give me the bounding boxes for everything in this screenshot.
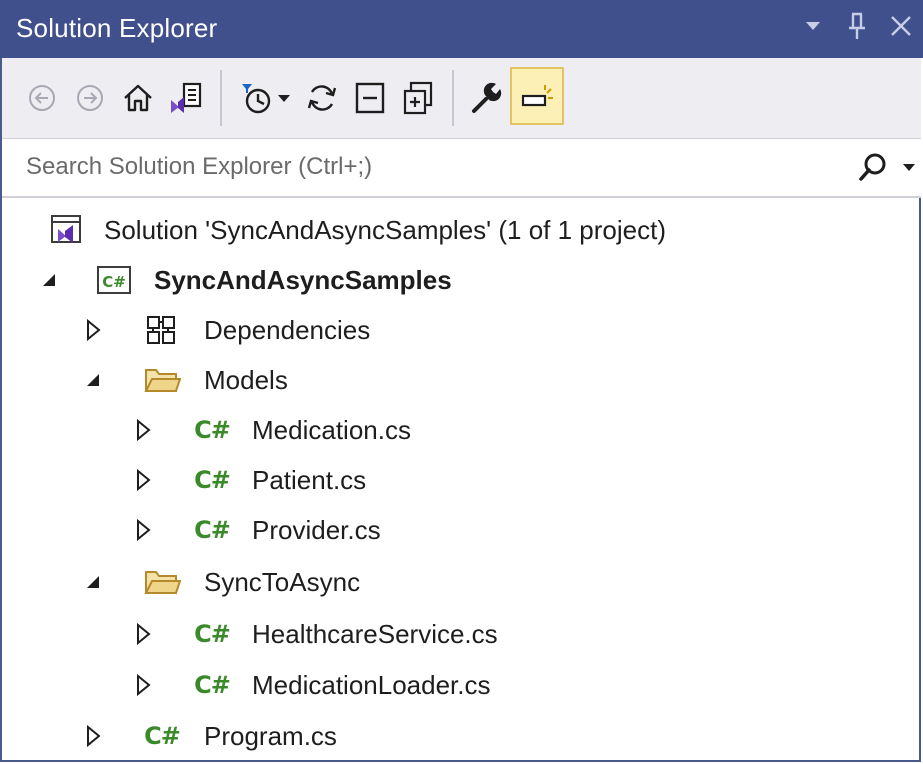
tree-item-folder-models[interactable]: Models <box>2 355 921 405</box>
search-bar <box>2 138 921 198</box>
csharp-file-icon: C# <box>194 671 231 699</box>
panel-title: Solution Explorer <box>16 13 218 43</box>
tree-item-folder-synctoasync[interactable]: SyncToAsync <box>2 557 921 607</box>
csharp-badge: C# <box>102 273 126 291</box>
tree-item-file[interactable]: C# Program.cs <box>2 711 921 761</box>
tree-item-file[interactable]: C# Provider.cs <box>2 505 921 555</box>
pin-icon[interactable] <box>843 10 871 42</box>
tree-item-file[interactable]: C# HealthcareService.cs <box>2 609 921 659</box>
tree-item-label: Models <box>204 365 288 395</box>
pending-changes-dropdown-icon[interactable] <box>270 74 298 122</box>
dependencies-icon <box>142 312 182 348</box>
csharp-file-icon: C# <box>144 722 181 750</box>
tree-item-label: SyncToAsync <box>204 567 361 597</box>
tree-item-label: Program.cs <box>204 721 337 751</box>
tree-item-label: Dependencies <box>204 315 371 345</box>
csharp-file-icon: C# <box>194 466 231 494</box>
preview-selected-items-icon[interactable] <box>510 67 564 125</box>
search-options-dropdown-icon[interactable] <box>899 155 919 179</box>
csharp-file-icon: C# <box>194 516 231 544</box>
collapsed-arrow-icon[interactable] <box>132 467 154 493</box>
title-bar: Solution Explorer <box>0 0 923 58</box>
back-icon[interactable] <box>20 74 64 122</box>
collapsed-arrow-icon[interactable] <box>132 672 154 698</box>
window-position-dropdown-icon[interactable] <box>799 10 827 42</box>
expanded-arrow-icon[interactable] <box>82 367 104 393</box>
collapsed-arrow-icon[interactable] <box>82 723 104 749</box>
tree-item-label: HealthcareService.cs <box>252 619 498 649</box>
open-folder-icon <box>142 362 182 398</box>
tree-item-label: Provider.cs <box>252 515 381 545</box>
toolbar-separator <box>452 70 454 126</box>
close-icon[interactable] <box>887 10 915 42</box>
csharp-file-icon: C# <box>194 620 231 648</box>
expanded-arrow-icon[interactable] <box>82 569 104 595</box>
title-actions <box>799 10 915 42</box>
toolbar-separator <box>220 70 222 126</box>
forward-icon[interactable] <box>68 74 112 122</box>
tree-item-label: SyncAndAsyncSamples <box>154 265 452 295</box>
home-icon[interactable] <box>116 74 160 122</box>
tree-item-label: Medication.cs <box>252 415 411 445</box>
solution-icon <box>46 212 86 248</box>
search-icon[interactable] <box>855 149 891 185</box>
tree-item-solution[interactable]: Solution 'SyncAndAsyncSamples' (1 of 1 p… <box>2 205 921 255</box>
tree-item-file[interactable]: C# Medication.cs <box>2 405 921 455</box>
collapsed-arrow-icon[interactable] <box>132 517 154 543</box>
collapse-all-icon[interactable] <box>348 74 392 122</box>
collapsed-arrow-icon[interactable] <box>132 417 154 443</box>
toolbar <box>2 58 921 138</box>
csharp-project-icon: C# <box>94 262 134 298</box>
tree-item-label: Patient.cs <box>252 465 367 495</box>
tree-item-project[interactable]: C# SyncAndAsyncSamples <box>2 255 921 305</box>
csharp-file-icon: C# <box>194 416 231 444</box>
tree-item-label: MedicationLoader.cs <box>252 670 491 700</box>
tree-item-file[interactable]: C# Patient.cs <box>2 455 921 505</box>
expanded-arrow-icon[interactable] <box>38 267 60 293</box>
sync-with-active-document-icon[interactable] <box>300 74 344 122</box>
open-folder-icon <box>142 564 182 600</box>
properties-icon[interactable] <box>464 74 508 122</box>
tree-item-file[interactable]: C# MedicationLoader.cs <box>2 660 921 710</box>
switch-views-icon[interactable] <box>164 74 208 122</box>
collapsed-arrow-icon[interactable] <box>132 621 154 647</box>
tree-item-dependencies[interactable]: Dependencies <box>2 305 921 355</box>
search-input[interactable] <box>2 139 857 195</box>
tree-item-label: Solution 'SyncAndAsyncSamples' (1 of 1 p… <box>104 215 666 245</box>
collapsed-arrow-icon[interactable] <box>82 317 104 343</box>
show-all-files-icon[interactable] <box>396 74 440 122</box>
